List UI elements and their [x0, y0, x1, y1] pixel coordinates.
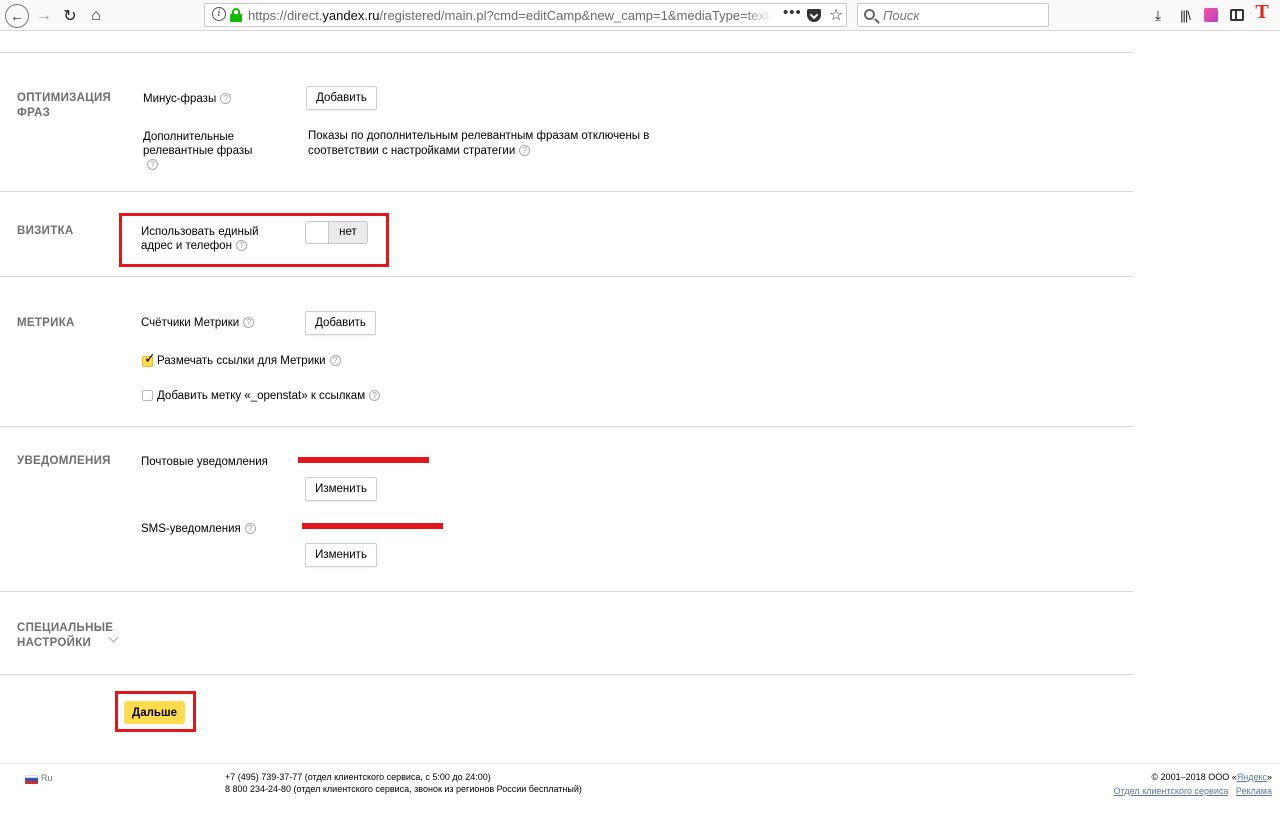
email-change-button[interactable]: Изменить: [305, 477, 377, 501]
campaign-settings-page: ОПТИМИЗАЦИЯ ФРАЗ Минус-фразы? Добавить Д…: [0, 31, 1280, 817]
search-icon: [864, 9, 875, 20]
sms-change-button[interactable]: Изменить: [305, 543, 377, 567]
help-icon[interactable]: ?: [329, 355, 341, 366]
extension-icon[interactable]: [1204, 8, 1218, 22]
browser-toolbar: ← → ↻ ⌂ i https://direct.yandex.ru/regis…: [0, 0, 1280, 31]
help-icon[interactable]: ?: [519, 145, 531, 156]
sidebar-icon[interactable]: [1230, 9, 1244, 21]
copyright-prefix: © 2001–2018 ООО «: [1151, 772, 1237, 782]
help-icon[interactable]: ?: [369, 390, 381, 401]
mark-links-text: Размечать ссылки для Метрики: [157, 355, 326, 367]
divider: [0, 52, 1134, 53]
reload-icon[interactable]: ↻: [58, 4, 82, 28]
metrika-counters-label: Счётчики Метрики?: [141, 316, 255, 330]
section-title-special[interactable]: СПЕЦИАЛЬНЫЕ НАСТРОЙКИ: [17, 621, 117, 651]
home-icon[interactable]: ⌂: [84, 4, 108, 28]
help-icon[interactable]: ?: [243, 317, 255, 328]
t-extension-icon[interactable]: T: [1254, 1, 1270, 23]
checkmark-icon: ✓: [144, 350, 156, 366]
page-actions-icon[interactable]: •••: [783, 4, 802, 21]
language-switcher[interactable]: Ru: [41, 772, 53, 785]
section-title-phrases: ОПТИМИЗАЦИЯ ФРАЗ: [17, 92, 112, 119]
star-icon[interactable]: ☆: [829, 5, 843, 25]
footer-divider: [0, 763, 1280, 764]
footer-phone-free: 8 800 234-24-80 (отдел клиентского серви…: [225, 784, 582, 794]
flag-stripe: [25, 781, 38, 784]
library-icon[interactable]: |||\: [1176, 7, 1194, 23]
extra-phrases-label: Дополнительные релевантные фразы?: [143, 130, 263, 172]
annotation-highlight-vcard: [119, 213, 389, 267]
email-notifications-label: Почтовые уведомления: [141, 456, 268, 468]
redacted-email: [298, 457, 429, 463]
minus-phrases-add-button[interactable]: Добавить: [306, 86, 377, 110]
url-fade: [743, 8, 773, 23]
back-icon[interactable]: ←: [5, 4, 29, 28]
search-bar[interactable]: Поиск: [857, 3, 1049, 27]
extra-phrases-text: Дополнительные релевантные фразы: [143, 131, 253, 157]
metrika-counters-text: Счётчики Метрики: [141, 317, 240, 329]
extra-phrases-desc-text: Показы по дополнительным релевантным фра…: [308, 130, 650, 157]
client-service-link[interactable]: Отдел клиентского сервиса: [1114, 786, 1229, 796]
info-icon[interactable]: i: [212, 7, 226, 21]
lock-icon[interactable]: [230, 8, 242, 22]
sms-notifications-text: SMS-уведомления: [141, 523, 241, 535]
download-icon[interactable]: ⤓: [1150, 7, 1166, 23]
minus-phrases-text: Минус-фразы: [143, 93, 217, 105]
divider: [0, 276, 1134, 277]
extra-phrases-description: Показы по дополнительным релевантным фра…: [308, 129, 718, 159]
url-domain: yandex.ru: [322, 8, 380, 23]
minus-phrases-label: Минус-фразы?: [143, 92, 232, 106]
yandex-link[interactable]: Яндекс: [1237, 772, 1267, 782]
forward-icon[interactable]: →: [32, 4, 56, 28]
help-icon[interactable]: ?: [220, 93, 232, 104]
divider: [0, 591, 1134, 592]
help-icon[interactable]: ?: [244, 523, 256, 534]
metrika-counters-add-button[interactable]: Добавить: [305, 311, 376, 335]
openstat-text: Добавить метку «_openstat» к ссылкам: [157, 390, 366, 402]
sms-notifications-label: SMS-уведомления?: [141, 522, 256, 536]
help-icon[interactable]: ?: [147, 159, 158, 170]
search-placeholder: Поиск: [883, 8, 920, 23]
annotation-highlight-next: [115, 691, 196, 732]
section-title-metrika: МЕТРИКА: [17, 317, 75, 329]
footer-links: Отдел клиентского сервиса Реклама: [1114, 785, 1272, 798]
mark-links-checkbox[interactable]: ✓: [142, 351, 156, 367]
russia-flag-icon[interactable]: [25, 775, 38, 784]
url-suffix: /registered/main.pl?cmd=editCamp&new_cam…: [379, 8, 773, 23]
openstat-label[interactable]: Добавить метку «_openstat» к ссылкам?: [157, 389, 381, 403]
section-title-vcard: ВИЗИТКА: [17, 225, 74, 237]
url-text[interactable]: https://direct.yandex.ru/registered/main…: [248, 8, 773, 23]
footer-copyright: © 2001–2018 ООО «Яндекс»: [1152, 771, 1272, 784]
url-bar[interactable]: i https://direct.yandex.ru/registered/ma…: [204, 3, 847, 27]
advertising-link[interactable]: Реклама: [1236, 786, 1272, 796]
divider: [0, 191, 1134, 192]
mark-links-label[interactable]: Размечать ссылки для Метрики?: [157, 354, 341, 368]
section-title-notifications: УВЕДОМЛЕНИЯ: [17, 455, 111, 467]
url-prefix: https://direct.: [248, 8, 323, 23]
copyright-suffix: »: [1266, 772, 1272, 782]
openstat-checkbox[interactable]: [142, 390, 153, 401]
divider: [0, 674, 1134, 675]
pocket-icon[interactable]: [807, 9, 821, 22]
divider: [0, 426, 1134, 427]
redacted-phone: [302, 523, 443, 529]
